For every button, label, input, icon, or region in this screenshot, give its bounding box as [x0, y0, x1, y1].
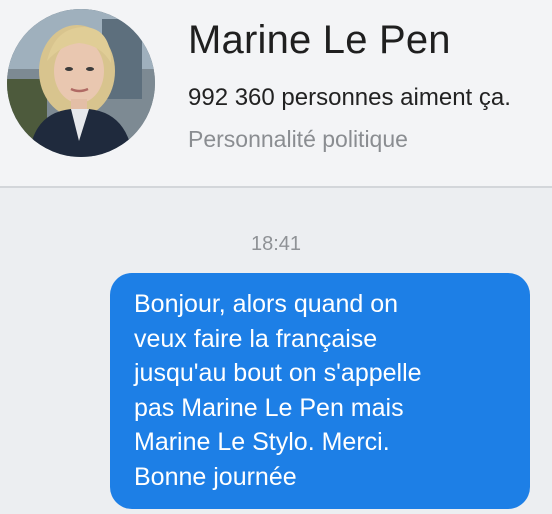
profile-avatar[interactable]: [7, 9, 155, 157]
page-header: Marine Le Pen 992 360 personnes aiment ç…: [0, 0, 552, 186]
page-title[interactable]: Marine Le Pen: [188, 18, 451, 63]
message-line: Bonjour, alors quand on: [134, 290, 399, 318]
header-divider: [0, 186, 552, 188]
message-line: Marine Le Stylo. Merci.: [134, 428, 390, 456]
message-line: Bonne journée: [134, 462, 297, 491]
timestamp-text: 18:41: [250, 233, 302, 255]
likes-count: 992 360 personnes aiment ça.: [188, 84, 511, 111]
message-line: jusqu'au bout on s'appelle: [134, 359, 422, 387]
message-timestamp: 18:41: [0, 233, 552, 256]
profile-photo: [7, 9, 155, 157]
message-bubble[interactable]: Bonjour, alors quand on veux faire la fr…: [110, 273, 530, 509]
page-category: Personnalité politique: [188, 126, 408, 152]
message-line: veux faire la française: [134, 324, 378, 353]
message-line: pas Marine Le Pen mais: [134, 393, 404, 422]
